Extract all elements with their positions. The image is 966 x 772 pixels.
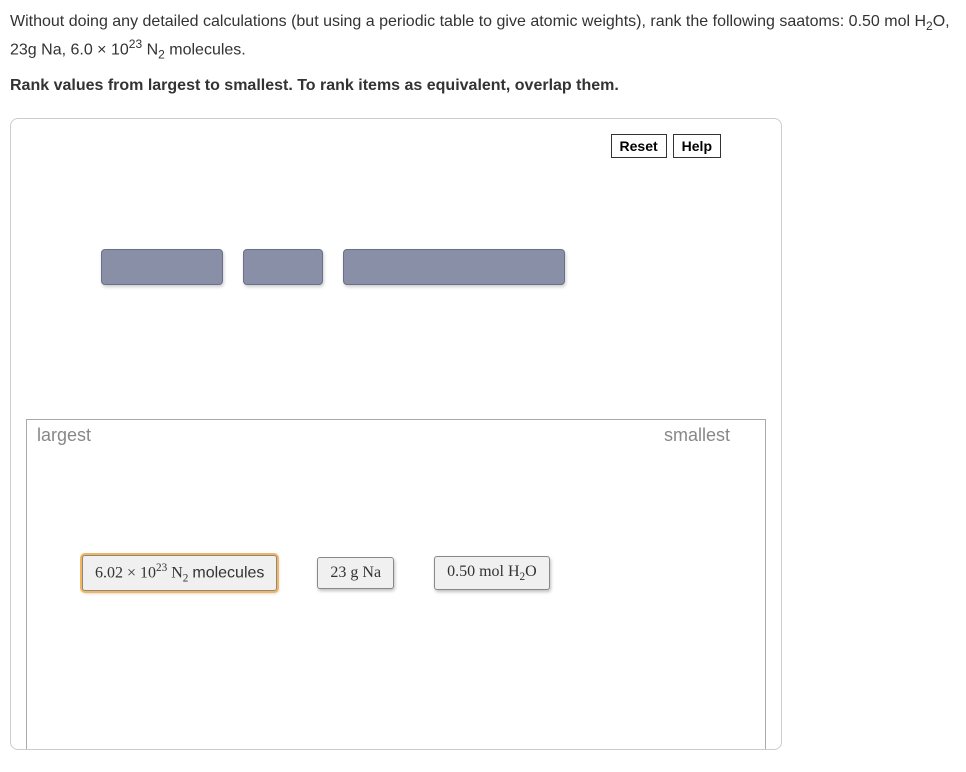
source-slot-area	[101, 249, 565, 285]
draggable-item-na[interactable]: 23 g Na	[317, 557, 394, 589]
empty-slot[interactable]	[343, 249, 565, 285]
reset-button[interactable]: Reset	[611, 134, 667, 158]
empty-slot[interactable]	[243, 249, 323, 285]
draggable-item-n2-molecules[interactable]: 6.02 × 1023 N2 molecules	[82, 555, 277, 592]
ranking-drop-area[interactable]: largest smallest 6.02 × 1023 N2 molecule…	[26, 419, 766, 749]
label-smallest: smallest	[664, 425, 755, 446]
draggable-item-h2o[interactable]: 0.50 mol H2O	[434, 556, 550, 590]
label-largest: largest	[37, 425, 91, 446]
help-button[interactable]: Help	[673, 134, 721, 158]
question-text: Without doing any detailed calculations …	[10, 10, 956, 64]
empty-slot[interactable]	[101, 249, 223, 285]
panel-controls: Reset Help	[611, 134, 721, 158]
ranking-instruction: Rank values from largest to smallest. To…	[10, 74, 956, 98]
ranking-panel: Reset Help largest smallest 6.02 × 1023 …	[10, 118, 782, 750]
